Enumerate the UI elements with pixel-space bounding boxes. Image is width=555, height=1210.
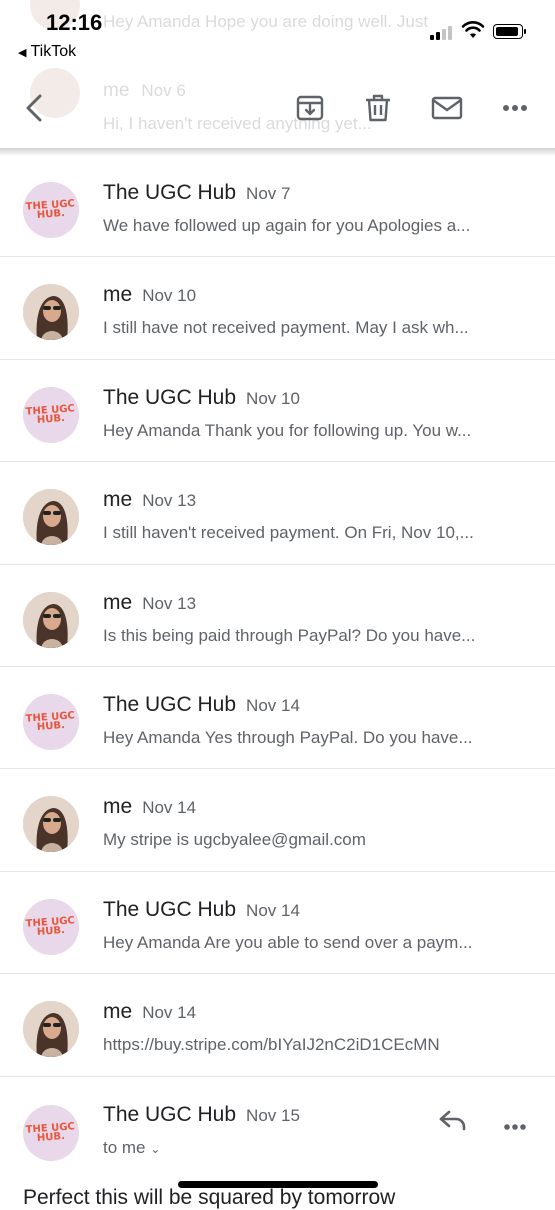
avatar: THE UGC HUB. (23, 182, 79, 238)
recipient-label: to me (103, 1138, 146, 1157)
archive-icon (296, 95, 324, 121)
sender-name: The UGC Hub (103, 692, 237, 716)
more-options-button[interactable] (495, 88, 535, 128)
sender-line: The UGC Hub Nov 10 (103, 386, 300, 410)
message-date: Nov 14 (246, 695, 300, 715)
message-toolbar (0, 70, 555, 150)
avatar: THE UGC HUB. (23, 386, 79, 443)
list-item[interactable]: THE UGC HUB. The UGC Hub Nov 14 Hey Amanda Y… (0, 667, 555, 770)
back-arrow-icon (26, 94, 42, 122)
sender-name: me (103, 283, 133, 307)
back-to-app-link[interactable]: ◀ TikTok (18, 43, 76, 61)
avatar (23, 489, 79, 546)
list-item[interactable]: me Nov 14 https://buy.stripe.com/bIYaIJ2nC… (0, 974, 555, 1077)
message-date: Nov 10 (246, 388, 300, 408)
battery-icon (493, 24, 526, 39)
profile-photo-icon (23, 1001, 79, 1058)
status-bar: 12:16 ◀ TikTok (0, 0, 555, 70)
cellular-signal-icon (430, 26, 452, 40)
profile-photo-icon (23, 489, 79, 546)
back-button[interactable] (14, 88, 54, 128)
list-item[interactable]: me Nov 14 My stripe is ugcbyalee@gmail.com (0, 769, 555, 872)
delete-button[interactable] (358, 88, 398, 128)
message-snippet: My stripe is ugcbyalee@gmail.com (103, 830, 366, 850)
mail-icon (431, 96, 463, 120)
list-item[interactable]: me Nov 13 Is this being paid through PayPa… (0, 565, 555, 667)
avatar (23, 591, 79, 648)
message-date: Nov 13 (142, 593, 197, 613)
avatar: THE UGC HUB. (23, 1105, 79, 1161)
profile-photo-icon (23, 591, 79, 648)
sender-line: me Nov 13 (103, 591, 196, 615)
sender-name: me (103, 795, 133, 819)
ugc-hub-logo: THE UGC HUB. (25, 1121, 76, 1144)
profile-photo-icon (23, 284, 79, 341)
back-triangle-icon: ◀ (18, 47, 27, 59)
recipient-details-toggle[interactable]: to me ⌄ (103, 1138, 160, 1158)
list-item[interactable]: THE UGC HUB. The UGC Hub Nov 10 Hey Amanda T… (0, 360, 555, 463)
ugc-hub-logo: THE UGC HUB. (25, 198, 76, 221)
message-date: Nov 14 (142, 1003, 197, 1023)
reply-button[interactable] (438, 1108, 468, 1137)
list-item[interactable]: THE UGC HUB. The UGC Hub Nov 7 We have follo… (0, 155, 555, 258)
home-indicator[interactable] (178, 1181, 378, 1188)
avatar: THE UGC HUB. (23, 898, 79, 955)
sender-name: me (103, 590, 133, 614)
list-item[interactable]: me Nov 13 I still haven't received payment… (0, 462, 555, 565)
list-item[interactable]: me Nov 10 I still have not received paymen… (0, 257, 555, 360)
trash-icon (366, 94, 390, 122)
message-snippet: https://buy.stripe.com/bIYaIJ2nC2iD1CEcM… (103, 1035, 440, 1055)
sender-name: The UGC Hub (103, 181, 237, 204)
message-snippet: Hey Amanda Thank you for following up. Y… (103, 420, 472, 440)
avatar (23, 1001, 79, 1058)
profile-photo-icon (23, 796, 79, 853)
expanded-date: Nov 15 (246, 1106, 300, 1125)
ugc-hub-logo: THE UGC HUB. (25, 403, 76, 426)
sender-line: me Nov 10 (103, 283, 196, 307)
message-more-button[interactable] (503, 1118, 527, 1136)
archive-button[interactable] (290, 88, 330, 128)
ugc-hub-logo: THE UGC HUB. (25, 710, 76, 733)
reply-icon (439, 1110, 466, 1131)
mark-unread-button[interactable] (427, 88, 467, 128)
message-snippet: We have followed up again for you Apolog… (103, 216, 471, 235)
avatar (23, 796, 79, 853)
sender-line: The UGC Hub Nov 7 (103, 181, 290, 205)
message-date: Nov 14 (142, 798, 197, 818)
message-snippet: I still have not received payment. May I… (103, 318, 469, 338)
message-snippet: Hey Amanda Yes through PayPal. Do you ha… (103, 727, 473, 747)
wifi-icon (461, 21, 485, 38)
message-snippet: Hey Amanda Are you able to send over a p… (103, 932, 473, 952)
chevron-down-icon: ⌄ (150, 1142, 161, 1156)
sender-line: me Nov 14 (103, 795, 196, 819)
more-icon (503, 105, 527, 111)
message-date: Nov 13 (142, 491, 197, 511)
sender-name: The UGC Hub (103, 897, 237, 921)
sender-line: The UGC Hub Nov 14 (103, 898, 300, 922)
sender-line: The UGC Hub Nov 14 (103, 693, 300, 717)
avatar: THE UGC HUB. (23, 693, 79, 750)
message-snippet: Is this being paid through PayPal? Do yo… (103, 625, 476, 645)
message-date: Nov 14 (246, 900, 300, 920)
sender-name: me (103, 1000, 133, 1024)
message-body: Perfect this will be squared by tomorrow (23, 1186, 396, 1209)
ugc-hub-logo: THE UGC HUB. (25, 915, 76, 938)
sender-name: me (103, 488, 133, 512)
message-date: Nov 10 (142, 286, 197, 306)
back-app-label: TikTok (30, 43, 77, 60)
avatar (23, 284, 79, 341)
sender-name: The UGC Hub (103, 385, 237, 409)
message-snippet: I still haven't received payment. On Fri… (103, 523, 474, 543)
sender-line: me Nov 14 (103, 1000, 196, 1024)
list-item[interactable]: THE UGC HUB. The UGC Hub Nov 14 Hey Amanda A… (0, 872, 555, 975)
more-icon (504, 1124, 526, 1130)
message-date: Nov 7 (246, 184, 291, 203)
status-time: 12:16 (46, 10, 103, 35)
sender-line: me Nov 13 (103, 488, 196, 512)
expanded-sender: The UGC Hub (103, 1103, 237, 1126)
message-thread-list: THE UGC HUB. The UGC Hub Nov 7 We have follo… (0, 155, 555, 1077)
